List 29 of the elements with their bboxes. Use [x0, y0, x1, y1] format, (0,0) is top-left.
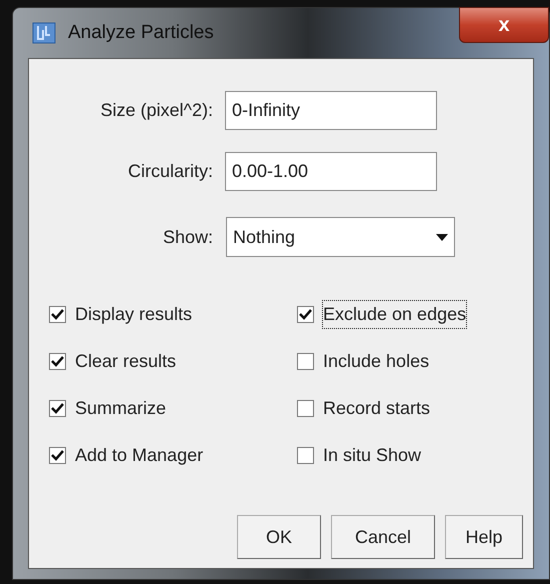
dialog-button[interactable]: Cancel: [331, 515, 435, 559]
checkbox-label: In situ Show: [323, 444, 422, 467]
checkbox[interactable]: [49, 447, 66, 464]
checkbox[interactable]: [49, 353, 66, 370]
checkbox[interactable]: [49, 306, 66, 323]
app-logo-icon: [32, 22, 56, 44]
checkbox-label: Include holes: [323, 350, 430, 373]
field-label: Show:: [162, 226, 213, 248]
text-field[interactable]: 0-Infinity: [225, 91, 437, 130]
checkbox-label: Display results: [75, 303, 192, 326]
checkbox[interactable]: [297, 306, 314, 323]
caret-icon: [436, 234, 448, 240]
checkbox[interactable]: [49, 400, 66, 417]
checkbox-label: Exclude on edges: [323, 301, 466, 328]
field-label: Circularity:: [126, 160, 213, 183]
checkbox[interactable]: [297, 353, 314, 370]
checkbox-label: Record starts: [323, 397, 430, 420]
text-field[interactable]: 0.00-1.00: [225, 152, 437, 191]
checkbox-label: Add to Manager: [75, 444, 204, 467]
field-label: Size (pixel^2):: [100, 99, 213, 122]
dialog-button[interactable]: Help: [445, 515, 523, 559]
checkbox[interactable]: [297, 400, 314, 417]
close-button[interactable]: x: [459, 7, 549, 43]
checkbox-label: Clear results: [75, 350, 176, 373]
dialog-button[interactable]: OK: [237, 515, 321, 559]
window-title: Analyze Particles: [68, 20, 214, 45]
checkbox-label: Summarize: [75, 397, 166, 420]
show-dropdown[interactable]: Nothing: [226, 217, 455, 257]
checkbox[interactable]: [297, 447, 314, 464]
